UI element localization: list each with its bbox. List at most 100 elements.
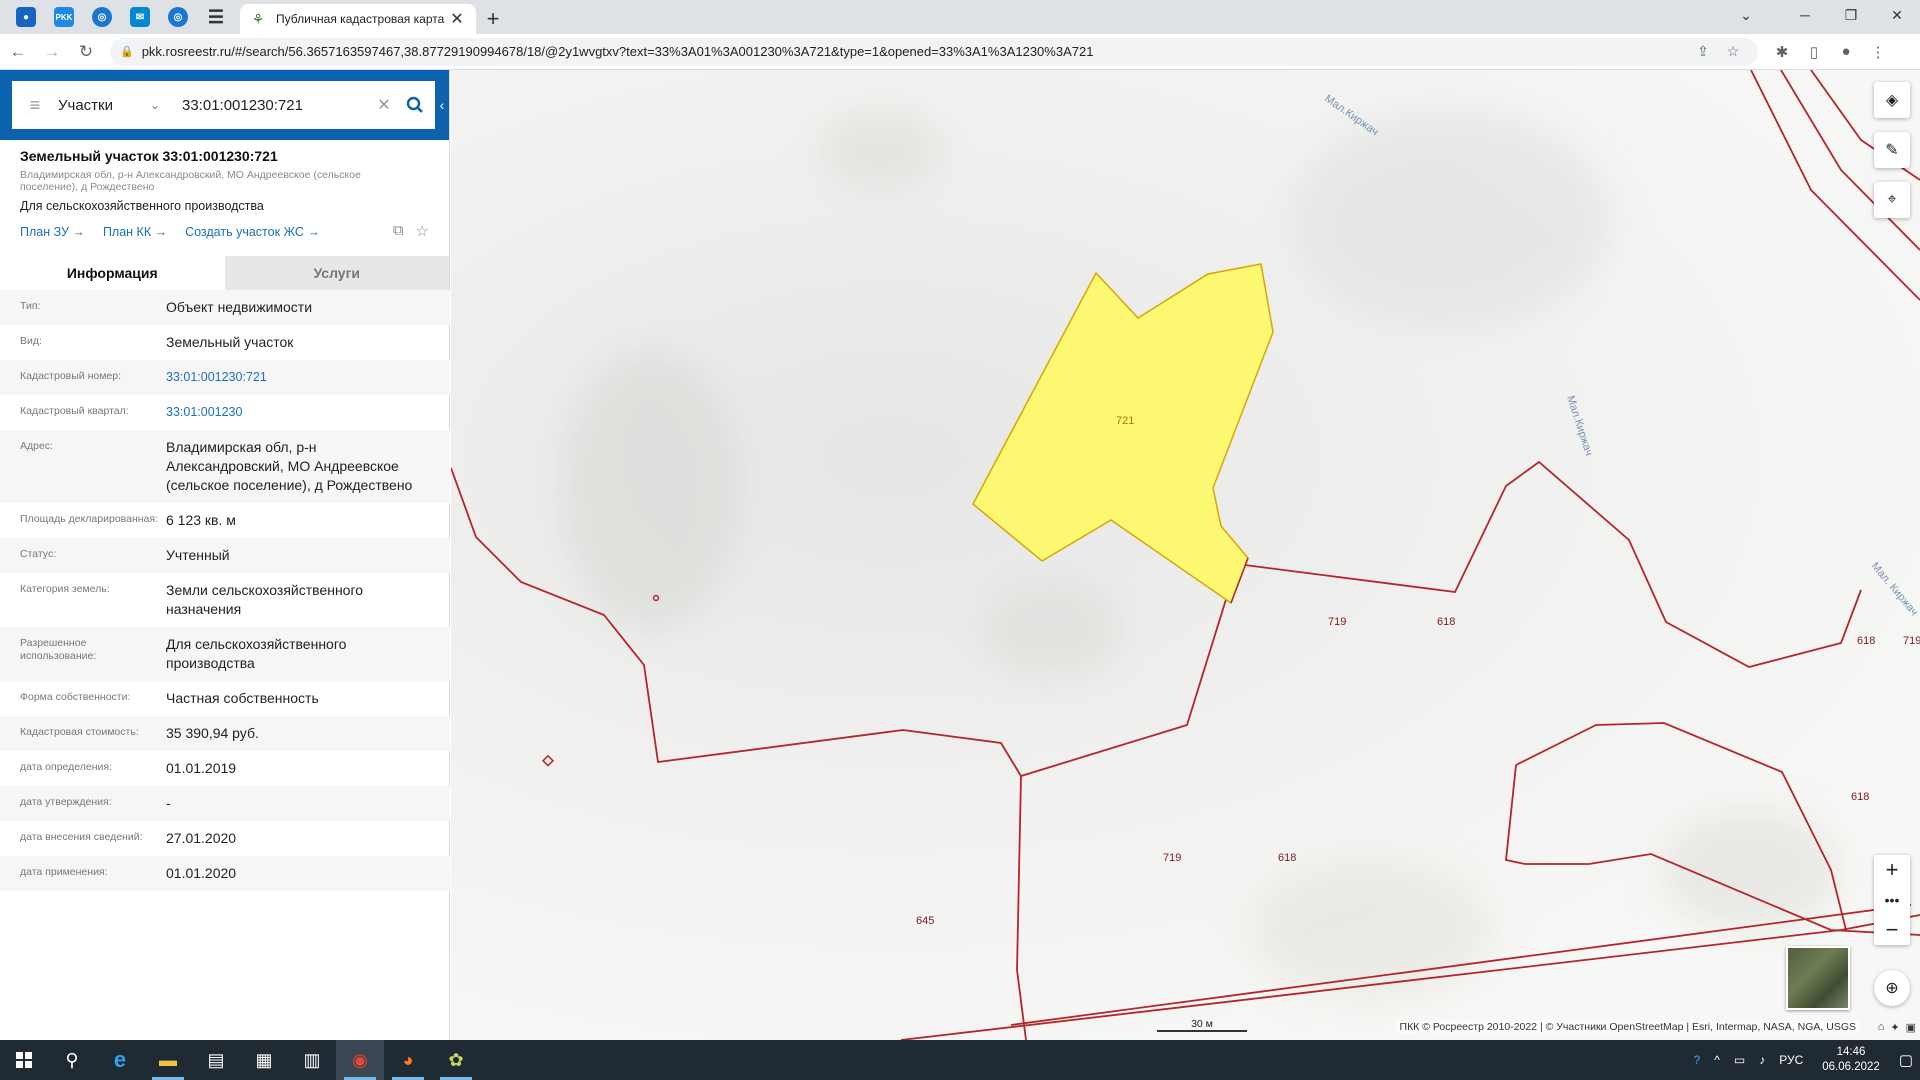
new-tab-button[interactable]: + <box>476 4 510 34</box>
parcel-label-719: 719 <box>1903 635 1920 647</box>
share-icon[interactable]: ⇪ <box>1688 43 1718 60</box>
restore-button[interactable]: ❐ <box>1828 0 1874 30</box>
store-icon[interactable]: ▤ <box>192 1040 240 1080</box>
property-value-link[interactable]: 33:01:001230:721 <box>166 368 436 387</box>
measure-button[interactable]: ✎ <box>1874 132 1910 168</box>
property-label: Кадастровая стоимость: <box>20 726 139 738</box>
chrome-icon[interactable]: ◉ <box>336 1040 384 1080</box>
app-icon[interactable]: ✿ <box>432 1040 480 1080</box>
object-tabs: Информация Услуги <box>0 256 449 290</box>
layers-button[interactable]: ◈ <box>1874 82 1910 118</box>
drop-icon: ● <box>16 7 36 27</box>
property-label: Площадь декларированная: <box>20 513 158 525</box>
home-icon[interactable]: ⌂ <box>1878 1021 1885 1034</box>
start-button[interactable] <box>0 1040 48 1080</box>
compass-button[interactable]: ⊕ <box>1874 970 1910 1006</box>
property-row: дата определения: 01.01.2019 <box>0 751 450 786</box>
create-parcel-link[interactable]: Создать участок ЖС → <box>185 225 320 239</box>
active-tab[interactable]: ⚘ Публичная кадастровая карта ✕ <box>240 4 476 34</box>
print-icon[interactable]: ▣ <box>1906 1021 1916 1034</box>
locate-button[interactable]: ⌖ <box>1874 182 1910 218</box>
pinned-tab-5[interactable]: ◎ <box>160 0 196 34</box>
plan-zu-link[interactable]: План ЗУ → <box>20 225 85 239</box>
property-value: 01.01.2020 <box>166 865 237 881</box>
browser-menu-icon[interactable]: ⋮ <box>1862 36 1894 68</box>
tray-expand-icon[interactable]: ^ <box>1714 1053 1720 1067</box>
tab-information[interactable]: Информация <box>0 256 225 290</box>
edge-icon[interactable]: e <box>96 1040 144 1080</box>
side-panel-icon[interactable]: ▯ <box>1798 36 1830 68</box>
windows-taskbar: ⚲ e ▬ ▤ ▦ ▥ ◉ ◕ ✿ ? ^ ▭ ♪ РУС 14:46 06.0… <box>0 1040 1920 1080</box>
profile-icon[interactable]: ● <box>1830 36 1862 68</box>
property-row: дата применения: 01.01.2020 <box>0 856 450 891</box>
network-icon[interactable]: ▭ <box>1734 1053 1745 1067</box>
search-input[interactable] <box>168 96 373 114</box>
pinned-tab-2[interactable]: PKK <box>46 0 82 34</box>
tab-services[interactable]: Услуги <box>224 256 449 290</box>
address-bar[interactable]: 🔒 pkk.rosreestr.ru/#/search/56.365716359… <box>110 37 1758 66</box>
selected-parcel-721[interactable] <box>972 263 1274 605</box>
property-label: Форма собственности: <box>20 691 131 703</box>
property-value: Объект недвижимости <box>166 299 313 315</box>
notifications-icon[interactable]: ▢ <box>1899 1051 1913 1069</box>
clear-search-icon[interactable]: ✕ <box>373 95 395 115</box>
crosshair-icon: ⌖ <box>1887 191 1897 208</box>
file-explorer-icon[interactable]: ▬ <box>144 1040 192 1080</box>
calculator-icon[interactable]: ▥ <box>288 1040 336 1080</box>
system-tray: ? ^ ▭ ♪ РУС 14:46 06.06.2022 ▢ <box>1687 1040 1920 1080</box>
basemap-switcher[interactable] <box>1786 946 1850 1010</box>
firefox-icon[interactable]: ◕ <box>384 1040 432 1080</box>
pinned-tab-6[interactable]: ☰ <box>198 0 234 34</box>
property-label: Вид: <box>20 335 42 347</box>
pinned-tab-1[interactable]: ● <box>8 0 44 34</box>
search-button[interactable] <box>395 96 435 114</box>
plan-kk-link[interactable]: План КК → <box>103 225 167 239</box>
tab-close-icon[interactable]: ✕ <box>448 9 466 29</box>
minimize-button[interactable]: ─ <box>1782 0 1828 30</box>
property-value: Земли сельскохозяйственного назначения <box>166 582 364 617</box>
extensions-icon[interactable]: ✱ <box>1766 36 1798 68</box>
search-type-label: Участки <box>58 96 113 114</box>
zoom-more-button[interactable]: ••• <box>1874 885 1910 915</box>
collapse-sidebar-button[interactable]: ‹ <box>435 70 449 140</box>
property-row: дата внесения сведений: 27.01.2020 <box>0 821 450 856</box>
pin-icon[interactable]: ✦ <box>1890 1021 1899 1034</box>
forward-button[interactable]: → <box>36 36 68 68</box>
property-row: Тип: Объект недвижимости <box>0 290 450 325</box>
back-button[interactable]: ← <box>2 36 34 68</box>
map-canvas[interactable]: 721 719 618 618 719 618 618 719 645 Мал.… <box>451 70 1920 1040</box>
help-icon[interactable]: ? <box>1694 1053 1701 1067</box>
parcel-label-618: 618 <box>1437 616 1455 628</box>
property-value: 35 390,94 руб. <box>166 725 259 741</box>
tab-search-chevron-icon[interactable]: ⌄ <box>1726 0 1766 30</box>
bookmark-star-icon[interactable]: ☆ <box>1718 43 1748 60</box>
search-taskbar-icon[interactable]: ⚲ <box>48 1040 96 1080</box>
pinned-tab-4[interactable]: ✉ <box>122 0 158 34</box>
info-sidebar: ≡ Участки ⌄ ✕ ‹ Земельный участок 33:01:… <box>0 70 450 1040</box>
zoom-out-button[interactable]: − <box>1874 915 1910 945</box>
reload-button[interactable]: ↻ <box>70 36 102 68</box>
language-indicator[interactable]: РУС <box>1779 1053 1803 1067</box>
hamburger-menu-icon[interactable]: ≡ <box>12 81 58 129</box>
point-marker-diamond[interactable] <box>541 754 555 767</box>
close-window-button[interactable]: ✕ <box>1874 0 1920 30</box>
clock[interactable]: 14:46 06.06.2022 <box>1822 1045 1880 1075</box>
zoom-in-button[interactable]: + <box>1874 855 1910 885</box>
url-text[interactable]: pkk.rosreestr.ru/#/search/56.36571635974… <box>142 44 1688 59</box>
map-scale: 30 м <box>1157 1018 1247 1032</box>
pinned-tab-3[interactable]: ◎ <box>84 0 120 34</box>
map-attribution: ПКК © Росреестр 2010-2022 | © Участники … <box>1395 1021 1860 1033</box>
property-row: Разрешенное использование: Для сельскохоз… <box>0 627 450 681</box>
property-value-link[interactable]: 33:01:001230 <box>166 403 436 422</box>
lock-icon[interactable]: 🔒 <box>120 45 134 58</box>
map-view[interactable]: 721 719 618 618 719 618 618 719 645 Мал.… <box>451 70 1920 1040</box>
search-bar: ≡ Участки ⌄ ✕ ‹ <box>0 70 449 140</box>
browser-tab-bar: ● PKK ◎ ✉ ◎ ☰ ⚘ Публичная кадастровая ка… <box>0 0 1920 34</box>
search-type-select[interactable]: Участки ⌄ <box>58 97 168 114</box>
volume-icon[interactable]: ♪ <box>1759 1053 1765 1067</box>
object-address: Владимирская обл, р-н Александровский, М… <box>20 169 361 193</box>
favorite-star-icon[interactable]: ☆ <box>416 222 429 240</box>
print-preview-icon[interactable]: ⧉ <box>393 222 404 240</box>
layers-icon: ◈ <box>1885 92 1899 109</box>
notepad-icon[interactable]: ▦ <box>240 1040 288 1080</box>
